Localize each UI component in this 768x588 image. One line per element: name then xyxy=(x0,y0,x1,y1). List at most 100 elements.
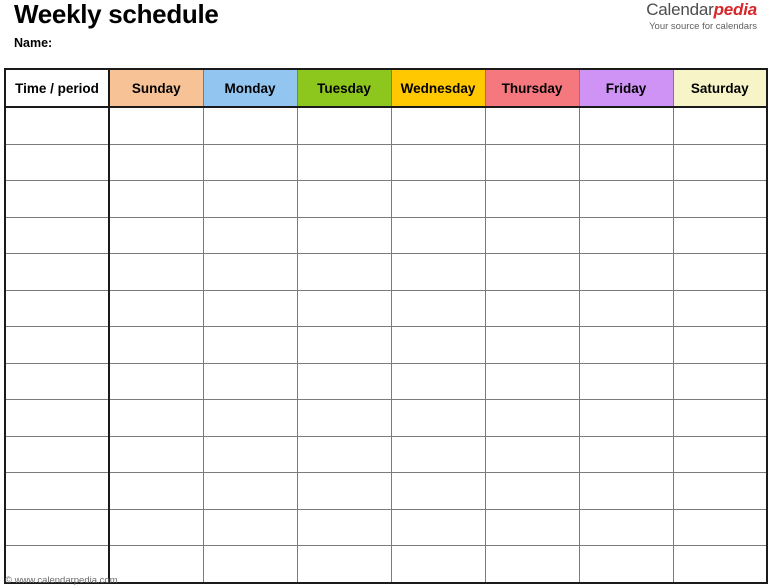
cell-saturday-13[interactable] xyxy=(672,545,768,584)
cell-time-period-3[interactable] xyxy=(4,180,110,218)
cell-friday-10[interactable] xyxy=(578,435,674,473)
cell-friday-2[interactable] xyxy=(578,143,674,181)
cell-friday-8[interactable] xyxy=(578,362,674,400)
cell-sunday-7[interactable] xyxy=(109,326,204,364)
cell-tuesday-10[interactable] xyxy=(296,435,392,473)
cell-time-period-1[interactable] xyxy=(4,106,110,145)
cell-tuesday-4[interactable] xyxy=(296,216,392,254)
cell-tuesday-5[interactable] xyxy=(296,253,392,291)
cell-sunday-6[interactable] xyxy=(109,289,204,327)
cell-friday-12[interactable] xyxy=(578,508,674,546)
cell-saturday-3[interactable] xyxy=(672,180,768,218)
cell-saturday-5[interactable] xyxy=(672,253,768,291)
cell-monday-12[interactable] xyxy=(202,508,298,546)
cell-wednesday-11[interactable] xyxy=(390,472,486,510)
cell-friday-11[interactable] xyxy=(578,472,674,510)
cell-time-period-4[interactable] xyxy=(4,216,110,254)
cell-tuesday-12[interactable] xyxy=(296,508,392,546)
cell-saturday-10[interactable] xyxy=(672,435,768,473)
cell-saturday-4[interactable] xyxy=(672,216,768,254)
cell-thursday-11[interactable] xyxy=(484,472,580,510)
cell-tuesday-13[interactable] xyxy=(296,545,392,584)
cell-saturday-12[interactable] xyxy=(672,508,768,546)
cell-sunday-10[interactable] xyxy=(109,435,204,473)
cell-friday-3[interactable] xyxy=(578,180,674,218)
cell-time-period-9[interactable] xyxy=(4,399,110,437)
cell-monday-11[interactable] xyxy=(202,472,298,510)
cell-time-period-10[interactable] xyxy=(4,435,110,473)
cell-time-period-11[interactable] xyxy=(4,472,110,510)
cell-friday-4[interactable] xyxy=(578,216,674,254)
cell-saturday-11[interactable] xyxy=(672,472,768,510)
cell-tuesday-3[interactable] xyxy=(296,180,392,218)
cell-saturday-7[interactable] xyxy=(672,326,768,364)
cell-tuesday-7[interactable] xyxy=(296,326,392,364)
cell-time-period-7[interactable] xyxy=(4,326,110,364)
cell-saturday-8[interactable] xyxy=(672,362,768,400)
cell-time-period-12[interactable] xyxy=(4,508,110,546)
cell-saturday-1[interactable] xyxy=(672,106,768,145)
cell-thursday-10[interactable] xyxy=(484,435,580,473)
cell-time-period-2[interactable] xyxy=(4,143,110,181)
cell-tuesday-1[interactable] xyxy=(296,106,392,145)
cell-wednesday-13[interactable] xyxy=(390,545,486,584)
cell-thursday-7[interactable] xyxy=(484,326,580,364)
cell-monday-4[interactable] xyxy=(202,216,298,254)
cell-saturday-2[interactable] xyxy=(672,143,768,181)
cell-monday-13[interactable] xyxy=(202,545,298,584)
cell-saturday-9[interactable] xyxy=(672,399,768,437)
cell-wednesday-8[interactable] xyxy=(390,362,486,400)
cell-wednesday-1[interactable] xyxy=(390,106,486,145)
cell-monday-3[interactable] xyxy=(202,180,298,218)
cell-tuesday-11[interactable] xyxy=(296,472,392,510)
cell-tuesday-6[interactable] xyxy=(296,289,392,327)
cell-monday-5[interactable] xyxy=(202,253,298,291)
cell-sunday-3[interactable] xyxy=(109,180,204,218)
cell-friday-6[interactable] xyxy=(578,289,674,327)
cell-friday-7[interactable] xyxy=(578,326,674,364)
cell-friday-9[interactable] xyxy=(578,399,674,437)
cell-friday-1[interactable] xyxy=(578,106,674,145)
cell-thursday-12[interactable] xyxy=(484,508,580,546)
cell-time-period-6[interactable] xyxy=(4,289,110,327)
cell-wednesday-4[interactable] xyxy=(390,216,486,254)
cell-monday-2[interactable] xyxy=(202,143,298,181)
cell-monday-10[interactable] xyxy=(202,435,298,473)
cell-sunday-13[interactable] xyxy=(109,545,204,584)
cell-wednesday-3[interactable] xyxy=(390,180,486,218)
cell-monday-7[interactable] xyxy=(202,326,298,364)
cell-sunday-11[interactable] xyxy=(109,472,204,510)
cell-time-period-5[interactable] xyxy=(4,253,110,291)
cell-monday-1[interactable] xyxy=(202,106,298,145)
cell-tuesday-9[interactable] xyxy=(296,399,392,437)
cell-sunday-12[interactable] xyxy=(109,508,204,546)
cell-wednesday-12[interactable] xyxy=(390,508,486,546)
cell-wednesday-2[interactable] xyxy=(390,143,486,181)
cell-thursday-3[interactable] xyxy=(484,180,580,218)
cell-time-period-8[interactable] xyxy=(4,362,110,400)
cell-saturday-6[interactable] xyxy=(672,289,768,327)
cell-thursday-1[interactable] xyxy=(484,106,580,145)
cell-wednesday-7[interactable] xyxy=(390,326,486,364)
cell-wednesday-10[interactable] xyxy=(390,435,486,473)
cell-sunday-4[interactable] xyxy=(109,216,204,254)
cell-thursday-4[interactable] xyxy=(484,216,580,254)
cell-thursday-8[interactable] xyxy=(484,362,580,400)
cell-sunday-8[interactable] xyxy=(109,362,204,400)
cell-tuesday-2[interactable] xyxy=(296,143,392,181)
cell-wednesday-5[interactable] xyxy=(390,253,486,291)
cell-monday-9[interactable] xyxy=(202,399,298,437)
cell-thursday-13[interactable] xyxy=(484,545,580,584)
cell-tuesday-8[interactable] xyxy=(296,362,392,400)
cell-wednesday-6[interactable] xyxy=(390,289,486,327)
cell-friday-13[interactable] xyxy=(578,545,674,584)
cell-sunday-2[interactable] xyxy=(109,143,204,181)
cell-thursday-6[interactable] xyxy=(484,289,580,327)
cell-thursday-5[interactable] xyxy=(484,253,580,291)
cell-thursday-9[interactable] xyxy=(484,399,580,437)
cell-thursday-2[interactable] xyxy=(484,143,580,181)
cell-sunday-9[interactable] xyxy=(109,399,204,437)
cell-sunday-1[interactable] xyxy=(109,106,204,145)
cell-monday-6[interactable] xyxy=(202,289,298,327)
cell-wednesday-9[interactable] xyxy=(390,399,486,437)
